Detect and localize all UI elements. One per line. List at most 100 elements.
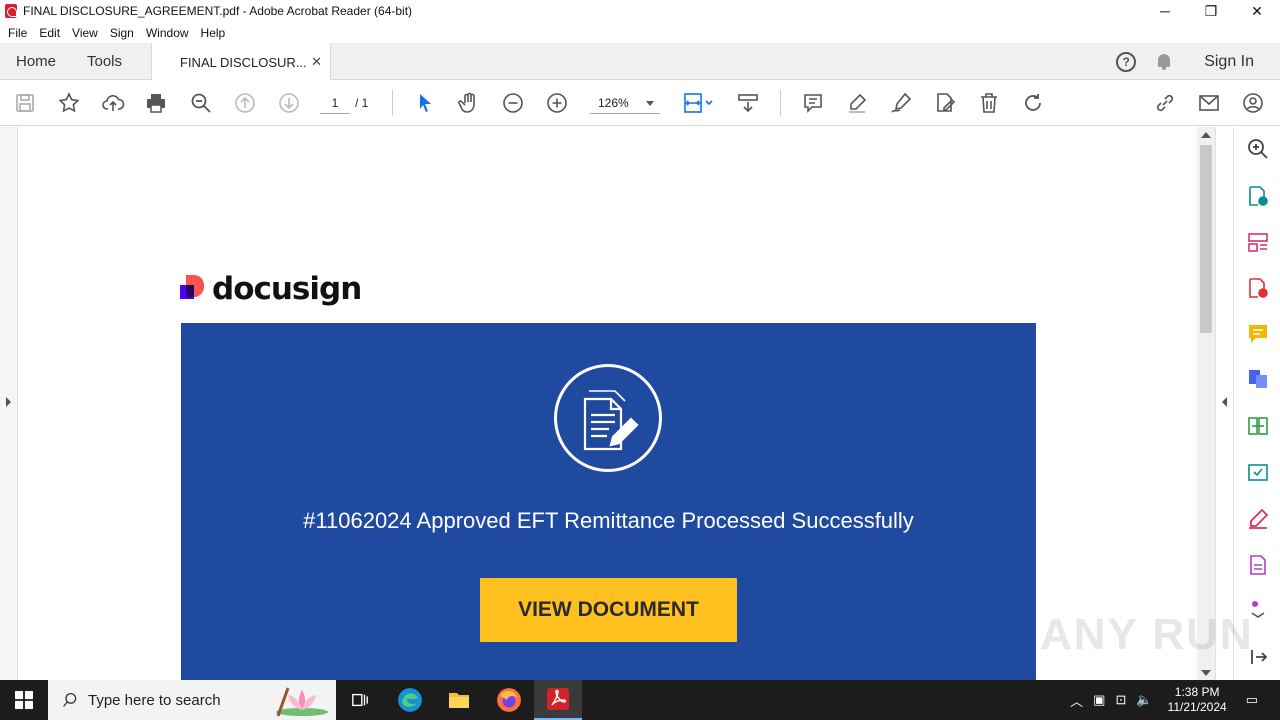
system-tray: ︿ ▣ ⊡ 🔈 1:38 PM 11/21/2024 ▭ <box>1065 680 1280 720</box>
combine-files-icon[interactable] <box>1246 367 1270 391</box>
notification-bell-icon[interactable] <box>1156 53 1172 71</box>
taskbar-search-box[interactable]: Type here to search <box>48 680 336 720</box>
device-icon[interactable]: ▣ <box>1093 692 1105 708</box>
network-icon[interactable]: ⊡ <box>1115 692 1126 708</box>
organize-pages-icon[interactable] <box>1246 230 1270 254</box>
windows-start-button[interactable] <box>0 680 48 720</box>
window-title: FINAL DISCLOSURE_AGREEMENT.pdf - Adobe A… <box>23 4 413 18</box>
edge-browser-icon[interactable] <box>386 680 434 720</box>
print-icon[interactable] <box>143 90 169 116</box>
rotate-icon[interactable] <box>1020 90 1046 116</box>
left-nav-panel[interactable] <box>0 127 18 680</box>
windows-taskbar: Type here to search ︿ ▣ ⊡ 🔈 1:38 PM 11/2… <box>0 680 1280 720</box>
export-pdf-icon[interactable] <box>1246 184 1270 208</box>
zoom-level-value: 126% <box>598 96 629 110</box>
fit-page-icon[interactable] <box>682 90 716 116</box>
scroll-mode-icon[interactable] <box>735 90 761 116</box>
clock-time: 1:38 PM <box>1174 685 1220 699</box>
tab-document[interactable]: FINAL DISCLOSUR... ✕ <box>151 43 331 81</box>
create-pdf-icon[interactable] <box>1246 276 1270 300</box>
toolbar-divider <box>392 90 393 116</box>
docusign-logo-mark-icon <box>180 275 206 303</box>
page-total: / 1 <box>355 96 369 110</box>
firefox-icon[interactable] <box>485 680 533 720</box>
clock-date: 11/21/2024 <box>1167 700 1227 714</box>
tab-tools[interactable]: Tools <box>87 43 122 80</box>
select-cursor-icon[interactable] <box>412 90 438 116</box>
zoom-search-icon[interactable] <box>188 90 214 116</box>
taskbar-clock[interactable]: 1:38 PM 11/21/2024 <box>1168 685 1227 715</box>
window-controls: ─ ❐ ✕ <box>1142 0 1280 22</box>
next-page-icon[interactable] <box>276 90 302 116</box>
volume-icon[interactable]: 🔈 <box>1136 692 1152 708</box>
document-view[interactable]: docusign #11062024 Approved EFT Remittan… <box>18 127 1198 680</box>
document-headline: #11062024 Approved EFT Remittance Proces… <box>303 508 914 533</box>
zoom-level-dropdown[interactable]: 126% <box>590 92 660 114</box>
compare-files-icon[interactable] <box>1246 414 1270 438</box>
search-highlight-lotus-icon <box>276 687 328 717</box>
email-icon[interactable] <box>1196 90 1222 116</box>
hand-tool-icon[interactable] <box>456 90 482 116</box>
draw-sign-icon[interactable] <box>888 90 914 116</box>
tab-bar: Home Tools FINAL DISCLOSUR... ✕ ? Sign I… <box>0 43 1280 81</box>
bookmark-star-icon[interactable] <box>56 90 82 116</box>
comment-icon[interactable] <box>800 90 826 116</box>
search-icon <box>63 692 77 707</box>
anyrun-watermark: ANY RUN <box>1040 610 1254 659</box>
close-window-button[interactable]: ✕ <box>1234 0 1280 22</box>
menu-edit[interactable]: Edit <box>39 26 60 40</box>
minimize-button[interactable]: ─ <box>1142 0 1188 22</box>
header-right-tools: ? Sign In <box>1116 43 1280 80</box>
menu-file[interactable]: File <box>8 26 27 40</box>
chevron-up-icon[interactable]: ︿ <box>1070 691 1083 710</box>
docusign-logo: docusign <box>180 271 362 307</box>
notification-center-icon[interactable]: ▭ <box>1246 692 1258 708</box>
view-document-button[interactable]: VIEW DOCUMENT <box>480 578 737 642</box>
send-for-review-icon[interactable] <box>1246 460 1270 484</box>
menu-view[interactable]: View <box>72 26 98 40</box>
acrobat-taskbar-icon[interactable] <box>534 680 582 720</box>
right-tools-panel <box>1233 127 1280 680</box>
tab-document-label: FINAL DISCLOSUR... <box>180 54 307 70</box>
more-tools-document-icon[interactable] <box>1246 553 1270 577</box>
menu-help[interactable]: Help <box>201 26 226 40</box>
edit-pdf-icon[interactable] <box>932 90 958 116</box>
share-link-icon[interactable] <box>1152 90 1178 116</box>
tab-close-icon[interactable]: ✕ <box>311 54 322 70</box>
menu-sign[interactable]: Sign <box>110 26 134 40</box>
delete-trash-icon[interactable] <box>976 90 1002 116</box>
upload-cloud-icon[interactable] <box>100 90 126 116</box>
title-bar: FINAL DISCLOSURE_AGREEMENT.pdf - Adobe A… <box>0 0 1280 22</box>
comment-tool-icon[interactable] <box>1246 322 1270 346</box>
zoom-in-icon[interactable] <box>544 90 570 116</box>
scrollbar-thumb[interactable] <box>1200 145 1212 333</box>
scroll-up-arrow-icon[interactable] <box>1201 132 1211 138</box>
docusign-logo-text: docusign <box>212 271 362 307</box>
menu-window[interactable]: Window <box>146 26 189 40</box>
vertical-scrollbar[interactable] <box>1197 127 1215 680</box>
add-user-icon[interactable] <box>1240 90 1266 116</box>
page-number-input[interactable]: 1 <box>320 92 350 114</box>
notification-banner: #11062024 Approved EFT Remittance Proces… <box>181 323 1036 680</box>
acrobat-app-icon <box>5 4 17 18</box>
previous-page-icon[interactable] <box>232 90 258 116</box>
save-icon[interactable] <box>12 90 38 116</box>
collapse-arrow-icon[interactable] <box>1222 397 1227 407</box>
scroll-down-arrow-icon[interactable] <box>1201 670 1211 676</box>
document-pen-icon <box>554 364 662 472</box>
maximize-button[interactable]: ❐ <box>1188 0 1234 22</box>
highlight-pen-icon[interactable] <box>844 90 870 116</box>
search-zoom-icon[interactable] <box>1246 137 1270 161</box>
fill-sign-icon[interactable] <box>1246 507 1270 531</box>
chevron-down-icon <box>646 101 654 106</box>
help-icon[interactable]: ? <box>1116 51 1137 72</box>
right-panel-toggle[interactable] <box>1215 127 1233 680</box>
tab-home[interactable]: Home <box>16 43 56 80</box>
file-explorer-icon[interactable] <box>435 680 483 720</box>
search-placeholder: Type here to search <box>88 691 221 709</box>
task-view-icon[interactable] <box>336 680 384 720</box>
main-toolbar: 1 / 1 126% <box>0 80 1280 126</box>
zoom-out-icon[interactable] <box>500 90 526 116</box>
sign-in-button[interactable]: Sign In <box>1204 53 1254 71</box>
expand-arrow-icon[interactable] <box>6 397 11 407</box>
